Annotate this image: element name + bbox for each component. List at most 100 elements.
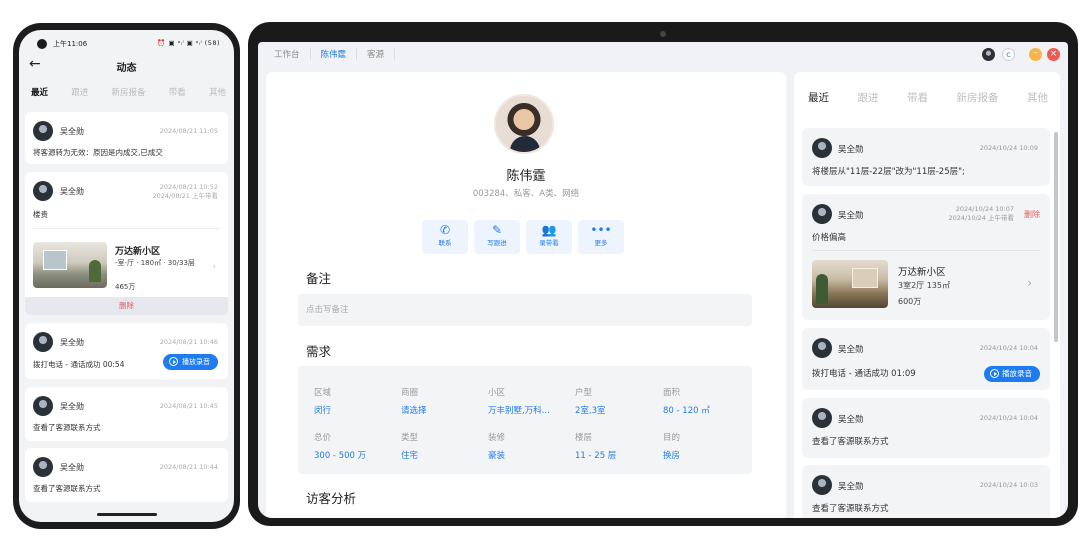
tablet-screen: 工作台 陈伟霆 客源 c – × 陈伟霆 003284、私客、A类、网络 ✆ 联… (258, 42, 1068, 518)
req-field-floor[interactable]: 楼层 11 - 25 层 (575, 431, 659, 461)
tablet-camera (660, 31, 666, 37)
record-showing-button[interactable]: 👥 录带看 (526, 220, 572, 254)
write-followup-button[interactable]: ✎ 写跟进 (474, 220, 520, 254)
tab-showing[interactable]: 带看 (169, 86, 186, 100)
req-field-purpose[interactable]: 目的 换房 (663, 431, 747, 461)
tab-follow[interactable]: 跟进 (71, 86, 88, 100)
feed-card[interactable]: 吴全勋 2024/10/24 10:09 将楼层从"11层-22层"改为"11层… (802, 128, 1050, 186)
action-bar: ✆ 联系 ✎ 写跟进 👥 录带看 ••• 更多 (422, 220, 624, 254)
agent-name: 吴全勋 (838, 145, 864, 155)
req-field-area[interactable]: 区域 闵行 (314, 386, 398, 416)
req-value: 豪装 (488, 451, 506, 461)
feed-text: 查看了客源联系方式 (812, 504, 889, 514)
tab-recent[interactable]: 最近 (808, 90, 829, 105)
tab-customers[interactable]: 客源 (357, 48, 396, 60)
feed-card[interactable]: 吴全勋 2024/08/21 10:46 拨打电话 - 通话成功 00:54 播… (25, 323, 228, 379)
note-input[interactable]: 点击写备注 (298, 294, 752, 326)
tab-showing[interactable]: 带看 (907, 90, 928, 105)
tablet-device: 工作台 陈伟霆 客源 c – × 陈伟霆 003284、私客、A类、网络 ✆ 联… (248, 22, 1078, 526)
req-field-community[interactable]: 小区万丰别墅,万科... (488, 386, 572, 416)
activity-tab-bar: 最近 跟进 带看 新房报备 其他 (808, 90, 1048, 105)
avatar (812, 204, 832, 224)
feed-card[interactable]: 吴全勋 2024/10/24 10:03 查看了客源联系方式 (802, 465, 1050, 518)
agent-name: 吴全勋 (838, 211, 864, 221)
delete-button[interactable]: 删除 (25, 297, 228, 315)
req-field-total-price[interactable]: 总价 300 - 500 万 (314, 431, 398, 461)
agent-name: 吴全勋 (60, 127, 84, 136)
req-field-business-district[interactable]: 商圈 请选择 (401, 386, 485, 416)
user-avatar-icon[interactable] (982, 48, 995, 61)
req-field-decoration[interactable]: 装修 豪装 (488, 431, 572, 461)
req-value: 住宅 (401, 451, 419, 461)
action-label: 更多 (594, 239, 608, 247)
chevron-right-icon[interactable]: › (1027, 276, 1032, 290)
feed-date: 2024/08/21 11:05 (159, 127, 218, 135)
tab-workbench[interactable]: 工作台 (274, 48, 311, 60)
play-recording-button[interactable]: 播放录音 (984, 366, 1040, 382)
feed-card[interactable]: 吴全勋 2024/08/21 10:45 查看了客源联系方式 (25, 387, 228, 441)
req-value: 万丰别墅,万科... (488, 406, 550, 416)
house-photo (33, 242, 107, 288)
divider (33, 228, 220, 229)
req-field-size[interactable]: 面积 80 - 120 ㎡ (663, 386, 747, 416)
agent-name: 吴全勋 (838, 415, 864, 425)
feed-text: 拨打电话 - 通话成功 01:09 (812, 369, 916, 379)
page-title: 动态 (116, 63, 137, 74)
delete-button[interactable]: 删除 (1024, 209, 1040, 220)
more-button[interactable]: ••• 更多 (578, 220, 624, 254)
req-value: 换房 (663, 451, 681, 461)
top-bar: 工作台 陈伟霆 客源 c – × (258, 42, 1068, 66)
play-recording-button[interactable]: 播放录音 (163, 354, 218, 370)
req-label: 户型 (575, 388, 593, 398)
agent-name: 吴全勋 (838, 345, 864, 355)
feed-showing-date: 2024/10/24 上午带看 (948, 214, 1014, 222)
req-label: 区域 (314, 388, 332, 398)
customer-name: 陈伟霆 (506, 169, 546, 184)
refresh-icon[interactable]: c (1002, 48, 1015, 61)
req-label: 面积 (663, 388, 681, 398)
tab-new-house-report[interactable]: 新房报备 (111, 86, 145, 100)
tab-other[interactable]: 其他 (209, 86, 226, 100)
req-value: 80 - 120 ㎡ (663, 406, 710, 416)
feed-date: 2024/10/24 10:03 (979, 481, 1038, 489)
house-price: 465万 (115, 283, 136, 291)
feed-card[interactable]: 吴全勋 2024/08/21 11:05 将客源转为无效：原因是内成交,已成交 (25, 112, 228, 164)
feed-card[interactable]: 吴全勋 2024/10/24 10:07 2024/10/24 上午带看 删除 … (802, 194, 1050, 320)
req-field-layout[interactable]: 户型 2室,3室 (575, 386, 659, 416)
tab-follow[interactable]: 跟进 (858, 90, 879, 105)
action-label: 录带看 (539, 239, 559, 247)
phone-device: 上午11:06 ⏰ ▣ ᵃᵢˡ ▣ ᵃᵢˡ (58) ← 动态 最近 跟进 新房… (13, 23, 240, 529)
req-value: 11 - 25 层 (575, 451, 617, 461)
agent-name: 吴全勋 (60, 187, 84, 196)
feed-card[interactable]: 吴全勋 2024/08/21 10:44 查看了客源联系方式 (25, 448, 228, 502)
tab-customer-name[interactable]: 陈伟霆 (311, 48, 358, 60)
req-label: 类型 (401, 433, 419, 443)
visitor-analysis-title: 访客分析 (306, 491, 357, 506)
phone-screen: 上午11:06 ⏰ ▣ ᵃᵢˡ ▣ ᵃᵢˡ (58) ← 动态 最近 跟进 新房… (19, 30, 234, 522)
tab-new-house-report[interactable]: 新房报备 (957, 90, 999, 105)
feed-date: 2024/10/24 10:09 (979, 144, 1038, 152)
play-icon (990, 369, 999, 378)
avatar (812, 138, 832, 158)
feed-card[interactable]: 吴全勋 2024/10/24 10:04 拨打电话 - 通话成功 01:09 播… (802, 328, 1050, 390)
feed-card[interactable]: 吴全勋 2024/10/24 10:04 查看了客源联系方式 (802, 398, 1050, 458)
avatar (33, 181, 53, 201)
req-value: 2室,3室 (575, 406, 606, 416)
tab-recent[interactable]: 最近 (31, 86, 48, 100)
feed-date: 2024/10/24 10:04 (979, 344, 1038, 352)
chevron-right-icon[interactable]: › (212, 262, 216, 272)
feed-text: 将客源转为无效：原因是内成交,已成交 (33, 148, 163, 157)
feed-text: 查看了客源联系方式 (33, 484, 101, 493)
agent-name: 吴全勋 (838, 482, 864, 492)
minimize-icon[interactable]: – (1029, 48, 1042, 61)
req-field-type[interactable]: 类型 住宅 (401, 431, 485, 461)
tab-other[interactable]: 其他 (1027, 90, 1048, 105)
req-label: 商圈 (401, 388, 419, 398)
action-label: 写跟进 (487, 239, 507, 247)
close-icon[interactable]: × (1047, 48, 1060, 61)
activity-scrollbar[interactable] (1054, 132, 1058, 342)
contact-button[interactable]: ✆ 联系 (422, 220, 468, 254)
breadcrumb-tabs: 工作台 陈伟霆 客源 (274, 48, 396, 60)
req-label: 小区 (488, 388, 506, 398)
feed-card[interactable]: 吴全勋 2024/08/21 10:52 2024/08/21 上午带看 楼贵 … (25, 172, 228, 297)
